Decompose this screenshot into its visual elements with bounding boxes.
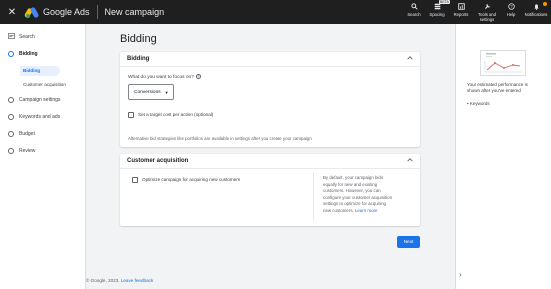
google-ads-logo: [23, 6, 40, 19]
notifications-button-label: Notifications: [524, 12, 548, 17]
nav-bidding-label: Bidding: [19, 51, 38, 57]
reports-button-label: Reports: [453, 12, 469, 17]
title-divider: [96, 5, 98, 19]
customer-card-header[interactable]: Customer acquisition: [120, 154, 420, 169]
bidding-card: Bidding What do you want to focus on?? C…: [120, 52, 420, 147]
topbar-actions: Search BETA Spacing Reports Tools and se…: [403, 0, 551, 24]
svg-text:?: ?: [510, 4, 513, 9]
nav-campaign-settings-label: Campaign settings: [19, 97, 61, 103]
copyright-text: © Google, 2023.: [86, 278, 120, 283]
nav-budget-label: Budget: [19, 131, 35, 137]
help-button[interactable]: ? Help: [501, 0, 521, 24]
spacing-button-label: Spacing: [429, 12, 445, 17]
chevron-right-icon[interactable]: ›: [459, 270, 462, 279]
chevron-up-icon[interactable]: [407, 56, 413, 62]
keywords-bullet-text: Keywords: [469, 101, 490, 106]
focus-select[interactable]: Conversions ▼: [128, 84, 174, 100]
page-header-title: New campaign: [104, 7, 165, 17]
nav-item-search[interactable]: Search: [0, 33, 86, 41]
nav-item-bidding[interactable]: Bidding: [0, 51, 86, 57]
budget-step-icon: [8, 131, 14, 137]
nav-item-budget[interactable]: Budget: [0, 131, 86, 137]
brand-name: Google Ads: [43, 7, 90, 17]
bidding-card-header[interactable]: Bidding: [120, 52, 420, 67]
nav-sub-bidding[interactable]: Bidding: [20, 66, 60, 76]
notification-dot: [543, 2, 547, 6]
nav-item-keywords-ads[interactable]: Keywords and ads: [0, 114, 86, 120]
bidding-card-title: Bidding: [127, 56, 150, 62]
nav-keywords-label: Keywords and ads: [19, 114, 61, 120]
leave-feedback-link[interactable]: Leave feedback: [121, 278, 153, 283]
target-cpa-checkbox[interactable]: [128, 112, 134, 118]
footer: © Google, 2023. Leave feedback: [86, 278, 153, 283]
desc-line-3: customers. However, you can: [323, 188, 381, 194]
left-nav: Search Bidding Bidding Customer acquisit…: [0, 24, 86, 289]
tools-label-line2: settings: [479, 16, 495, 22]
new-customers-checkbox[interactable]: [132, 177, 138, 183]
search-button-label: Search: [407, 12, 421, 17]
page-title: Bidding: [120, 33, 157, 45]
focus-select-value: Conversions: [134, 89, 161, 95]
desc-line-4: configure your customer acquisition: [323, 194, 393, 200]
performance-chart-illustration: [480, 50, 526, 76]
chevron-up-icon[interactable]: [407, 158, 413, 164]
perf-line-2: shown after you've entered: [467, 88, 521, 94]
desc-line-2: equally for new and existing: [323, 181, 378, 187]
nav-sub-customer-acquisition[interactable]: Customer acquisition: [20, 80, 86, 90]
nav-item-review[interactable]: Review: [0, 148, 86, 154]
search-campaign-icon: [3, 33, 19, 41]
customer-card-title: Customer acquisition: [127, 158, 189, 164]
bidding-step-icon: [8, 51, 14, 57]
notifications-button[interactable]: Notifications: [521, 0, 551, 24]
next-button[interactable]: Next: [397, 236, 420, 248]
bid-strategy-hint: Alternative bid strategies like portfoli…: [128, 136, 312, 141]
help-button-label: Help: [506, 12, 516, 17]
search-button[interactable]: Search: [403, 0, 425, 24]
help-circle-icon[interactable]: ?: [195, 74, 201, 79]
keywords-step-icon: [8, 114, 14, 120]
spacing-button[interactable]: BETA Spacing: [425, 0, 450, 24]
nav-review-label: Review: [19, 148, 36, 154]
card-divider: [313, 172, 314, 222]
learn-more-link[interactable]: Learn more: [355, 208, 377, 213]
desc-line-6-text: new customers.: [323, 207, 354, 213]
estimated-performance-panel: Your estimated performance is shown afte…: [455, 24, 551, 289]
customer-acquisition-description: By default, your campaign bids equally f…: [323, 175, 417, 215]
performance-message: Your estimated performance is shown afte…: [467, 82, 547, 94]
desc-line-5: settings to optimize for acquiring: [323, 201, 386, 207]
target-cpa-label: Set a target cost per action (optional): [138, 112, 214, 117]
dropdown-arrow-icon: ▼: [164, 89, 169, 95]
focus-question: What do you want to focus on??: [128, 74, 201, 80]
nav-search-label: Search: [19, 34, 35, 40]
new-customers-label: Optimize campaign for acquiring new cust…: [142, 177, 241, 182]
desc-line-6: new customers. Learn more: [323, 208, 417, 215]
top-bar: ✕ Google Ads New campaign Search BETA Sp…: [0, 0, 551, 24]
performance-bullet: • Keywords: [467, 101, 490, 106]
focus-question-text: What do you want to focus on?: [128, 74, 194, 80]
review-step-icon: [8, 148, 14, 154]
nav-item-campaign-settings[interactable]: Campaign settings: [0, 97, 86, 103]
reports-button[interactable]: Reports: [449, 0, 473, 24]
desc-line-1: By default, your campaign bids: [323, 175, 384, 180]
close-icon[interactable]: ✕: [3, 7, 21, 18]
tools-settings-button[interactable]: Tools and settings: [473, 0, 501, 24]
campaign-settings-step-icon: [8, 97, 14, 103]
customer-acquisition-card: Customer acquisition Optimize campaign f…: [120, 154, 420, 226]
